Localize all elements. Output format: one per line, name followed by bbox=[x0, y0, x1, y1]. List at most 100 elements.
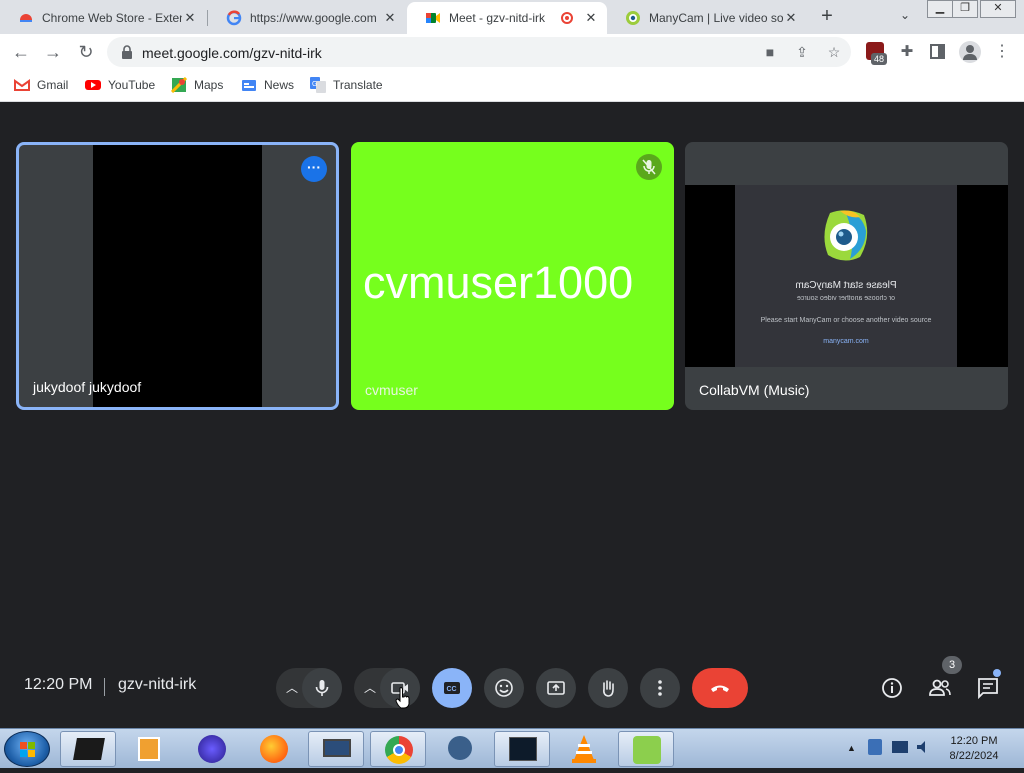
present-screen-icon bbox=[547, 681, 565, 695]
taskbar-app-monitor[interactable] bbox=[494, 731, 550, 767]
tab-title: Meet - gzv-nitd-irk bbox=[449, 11, 546, 25]
system-time: 12:20 PM bbox=[950, 735, 998, 747]
bookmark-translate[interactable]: G Translate bbox=[310, 77, 383, 93]
windows-start-button[interactable] bbox=[4, 731, 50, 767]
more-options-button[interactable] bbox=[640, 668, 680, 708]
tab-search-icon[interactable]: ⌄ bbox=[896, 8, 914, 26]
taskbar-app-firefox-dev[interactable] bbox=[184, 731, 240, 767]
extensions-puzzle-icon[interactable]: ✚ bbox=[895, 40, 919, 64]
taskbar-app-chrome[interactable] bbox=[370, 731, 426, 767]
emoji-reaction-button[interactable] bbox=[484, 668, 524, 708]
close-window-icon[interactable]: ✕ bbox=[980, 0, 1016, 18]
present-screen-button[interactable] bbox=[536, 668, 576, 708]
firefox-icon bbox=[260, 735, 288, 763]
tab-chrome-web-store[interactable]: Chrome Web Store - Extensions ✕ bbox=[0, 2, 206, 34]
tab-close-icon[interactable]: ✕ bbox=[382, 10, 398, 26]
bookmark-gmail[interactable]: Gmail bbox=[14, 77, 68, 93]
taskbar-app-vlc[interactable] bbox=[556, 731, 612, 767]
media-player-icon bbox=[138, 737, 160, 761]
captions-button[interactable]: CC bbox=[432, 668, 472, 708]
video-options-chevron-icon[interactable]: ︿ bbox=[362, 679, 378, 695]
new-tab-icon[interactable]: + bbox=[815, 5, 839, 29]
tab-close-icon[interactable]: ✕ bbox=[783, 10, 799, 26]
tab-strip: Chrome Web Store - Extensions ✕ https://… bbox=[0, 0, 1024, 34]
chat-notification-dot bbox=[993, 669, 1001, 677]
reload-icon[interactable]: ↻ bbox=[74, 40, 98, 64]
bookmark-news[interactable]: News bbox=[241, 77, 294, 93]
hand-cursor-icon bbox=[395, 687, 410, 709]
divider bbox=[104, 678, 105, 696]
participant-name: jukydoof jukydoof bbox=[33, 379, 142, 395]
bookmark-star-icon[interactable]: ☆ bbox=[825, 44, 843, 62]
forward-arrow-icon[interactable]: → bbox=[41, 40, 65, 64]
windows-logo-icon bbox=[20, 742, 35, 757]
manycam-placeholder-screen: Please start ManyCam or choose another v… bbox=[735, 185, 957, 367]
closed-captions-icon: CC bbox=[444, 682, 460, 694]
meeting-time: 12:20 PM bbox=[24, 676, 93, 693]
taskbar-app-firefox[interactable] bbox=[246, 731, 302, 767]
side-panel-icon[interactable] bbox=[930, 44, 945, 59]
taskbar-app-manycam[interactable] bbox=[618, 731, 674, 767]
kebab-menu-icon[interactable]: ⋮ bbox=[990, 40, 1014, 64]
leave-call-button[interactable] bbox=[692, 668, 748, 708]
manycam-subtitle: or choose another video source bbox=[796, 295, 896, 302]
profile-avatar-icon[interactable] bbox=[959, 41, 981, 63]
tab-title: https://www.google.com bbox=[250, 11, 377, 25]
tray-app-icon[interactable] bbox=[868, 739, 882, 755]
tray-expand-icon[interactable]: ▲ bbox=[847, 743, 856, 753]
computer-icon bbox=[323, 739, 351, 757]
participant-name: cvmuser bbox=[365, 382, 418, 398]
raise-hand-button[interactable] bbox=[588, 668, 628, 708]
tab-google[interactable]: https://www.google.com ✕ bbox=[208, 2, 406, 34]
minimize-icon[interactable]: ▁ bbox=[927, 0, 953, 18]
gmail-icon bbox=[14, 79, 30, 91]
manycam-message: Please start ManyCam or choose another v… bbox=[760, 317, 932, 324]
tab-meet[interactable]: Meet - gzv-nitd-irk ✕ bbox=[407, 2, 607, 34]
google-icon bbox=[226, 10, 242, 26]
share-icon[interactable]: ⇪ bbox=[793, 44, 811, 62]
microphone-icon bbox=[315, 680, 329, 696]
system-clock[interactable]: 12:20 PM 8/22/2024 bbox=[942, 734, 1006, 764]
participant-video: Please start ManyCam or choose another v… bbox=[685, 185, 1008, 367]
participant-video-text: cvmuser1000 bbox=[363, 257, 634, 308]
tab-close-icon[interactable]: ✕ bbox=[583, 10, 599, 26]
taskbar-app-computer[interactable] bbox=[308, 731, 364, 767]
user-app-icon bbox=[448, 736, 472, 760]
taskbar-app-terminal[interactable] bbox=[60, 731, 116, 767]
windows-taskbar: ▲ 12:20 PM 8/22/2024 bbox=[0, 728, 1024, 768]
chat-icon[interactable] bbox=[976, 676, 1000, 700]
participant-tile-collabvm[interactable]: Please start ManyCam or choose another v… bbox=[685, 142, 1008, 410]
participant-tile-jukydoof[interactable]: ··· jukydoof jukydoof bbox=[16, 142, 339, 410]
extension-badge: 48 bbox=[871, 53, 888, 65]
restore-icon[interactable]: ❐ bbox=[952, 0, 978, 18]
people-icon[interactable] bbox=[928, 676, 952, 700]
microphone-button[interactable] bbox=[302, 668, 342, 708]
address-bar[interactable]: meet.google.com/gzv-nitd-irk ■ ⇪ ☆ bbox=[107, 37, 851, 67]
manycam-logo-icon bbox=[824, 210, 868, 261]
audio-options-chevron-icon[interactable]: ︿ bbox=[284, 679, 300, 695]
taskbar-app-user[interactable] bbox=[432, 731, 488, 767]
back-arrow-icon[interactable]: ← bbox=[9, 40, 33, 64]
meeting-code: gzv-nitd-irk bbox=[118, 676, 197, 693]
chrome-web-store-icon bbox=[20, 14, 32, 22]
bookmark-maps[interactable]: Maps bbox=[171, 77, 223, 93]
mic-muted-icon bbox=[636, 154, 662, 180]
participant-tile-cvmuser[interactable]: cvmuser1000 cvmuser bbox=[351, 142, 674, 410]
taskbar-app-media[interactable] bbox=[122, 731, 178, 767]
raise-hand-icon bbox=[603, 680, 614, 697]
bookmarks-bar: Gmail YouTube Maps News G Translate bbox=[0, 70, 1024, 102]
volume-icon[interactable] bbox=[916, 739, 930, 755]
meeting-info-icon[interactable] bbox=[880, 676, 904, 700]
tab-manycam[interactable]: ManyCam | Live video software ✕ bbox=[607, 2, 807, 34]
emoji-icon bbox=[495, 679, 513, 697]
network-icon[interactable] bbox=[892, 741, 908, 753]
tab-close-icon[interactable]: ✕ bbox=[182, 10, 198, 26]
translate-icon: G bbox=[310, 77, 326, 93]
bookmark-youtube[interactable]: YouTube bbox=[85, 77, 155, 93]
bookmark-label: Gmail bbox=[37, 78, 69, 92]
camera-indicator-icon[interactable]: ■ bbox=[761, 44, 779, 62]
firefox-developer-icon bbox=[198, 735, 226, 763]
more-options-icon[interactable]: ··· bbox=[301, 156, 327, 182]
url-text: meet.google.com/gzv-nitd-irk bbox=[142, 45, 322, 61]
tab-title: ManyCam | Live video software bbox=[649, 11, 783, 25]
